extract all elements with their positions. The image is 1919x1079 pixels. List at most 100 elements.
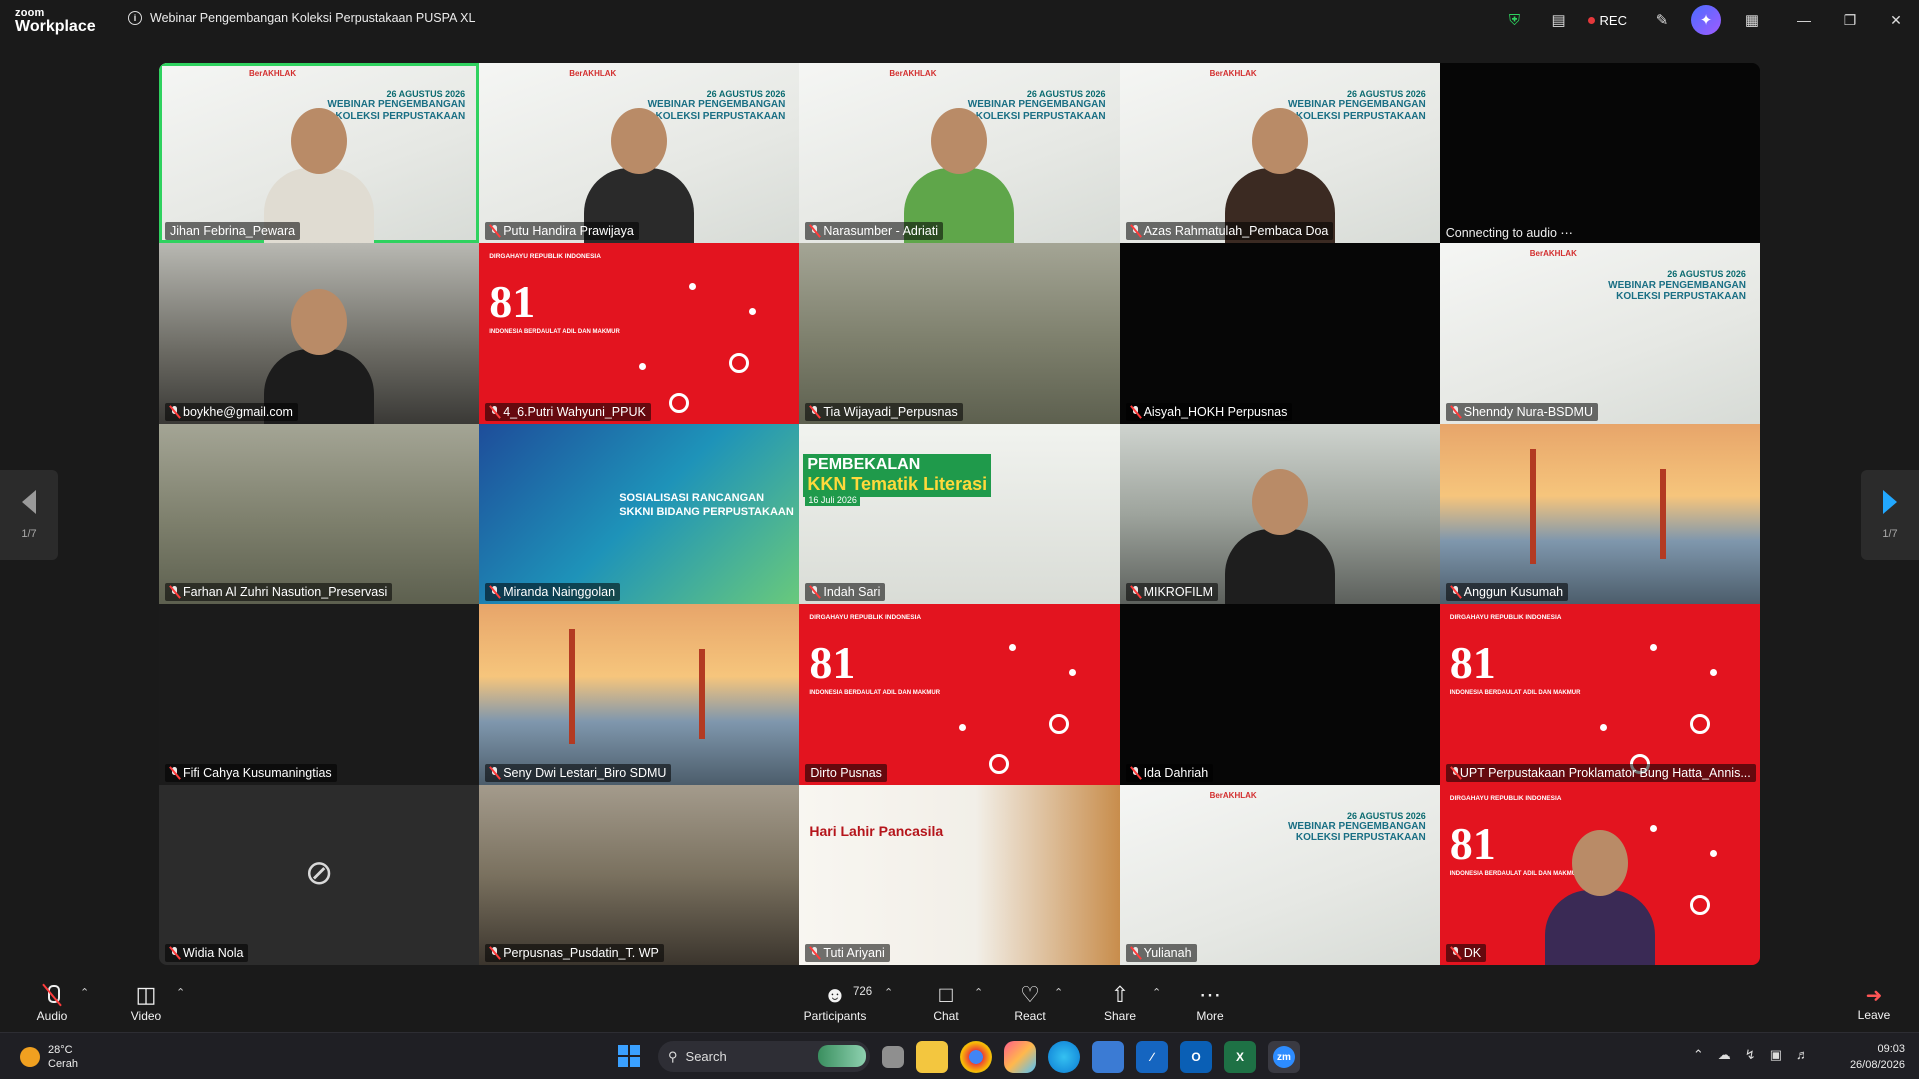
annotate-icon[interactable]: ✎	[1647, 5, 1677, 35]
share-options-caret[interactable]: ⌃	[1152, 986, 1161, 999]
participant-tile[interactable]: DIRGAHAYU REPUBLIK INDONESIA 81 INDONESIA …	[799, 604, 1120, 785]
ornament-icon	[669, 393, 690, 414]
previous-page-button[interactable]: 1/7	[0, 470, 58, 560]
participant-tile[interactable]: BerAKHLAK 26 AGUSTUS 2026 WEBINAR PENGEMBA…	[799, 63, 1120, 244]
react-button[interactable]: ♡ React	[1008, 972, 1052, 1032]
participant-name: Dirto Pusnas	[810, 765, 882, 780]
more-icon: ⋯	[1199, 982, 1221, 1007]
minimize-button[interactable]: —	[1781, 12, 1827, 28]
restore-button[interactable]: ❐	[1827, 12, 1873, 29]
participant-tile[interactable]: MIKROFILM	[1119, 423, 1440, 605]
notes-icon[interactable]: ▤	[1544, 5, 1574, 35]
participant-tile[interactable]: Seny Dwi Lestari_Biro SDMU	[479, 604, 800, 785]
leave-button[interactable]: ➜ Leave	[1852, 972, 1896, 1032]
participant-tile[interactable]: Hari Lahir Pancasila Tuti Ariyani	[799, 784, 1120, 965]
participant-tile[interactable]: Fifi Cahya Kusumaningtias	[159, 604, 480, 785]
participant-tile[interactable]: BerAKHLAK 26 AGUSTUS 2026 WEBINAR PENGEMBA…	[1119, 63, 1440, 244]
participant-tile[interactable]: Anggun Kusumah	[1439, 423, 1760, 605]
taskbar-search[interactable]: ⚲ Search	[658, 1041, 870, 1072]
network-icon[interactable]: ▣	[1770, 1047, 1782, 1063]
windows-taskbar: 28°C Cerah ⚲ Search ∕ O X zm ⌃ ☁ ↯ ▣ ♬ 0…	[0, 1032, 1919, 1079]
hut-81-logo: 81	[489, 276, 536, 328]
participant-tile[interactable]: ⊘ Widia Nola	[159, 784, 480, 965]
video-button[interactable]: ◫ Video	[124, 972, 168, 1032]
more-button[interactable]: ⋯ More	[1188, 972, 1232, 1032]
audio-options-caret[interactable]: ⌃	[80, 986, 89, 999]
participant-tile[interactable]: SOSIALISASI RANCANGAN SKKNI BIDANG PERPUS…	[479, 423, 800, 605]
participant-tile[interactable]: DIRGAHAYU REPUBLIK INDONESIA 81 INDONESIA …	[1439, 604, 1760, 785]
shield-icon[interactable]: ⛨	[1500, 5, 1530, 35]
microphone-muted-icon	[490, 766, 499, 779]
participant-tile[interactable]: DIRGAHAYU REPUBLIK INDONESIA 81 INDONESIA …	[479, 243, 800, 424]
chat-button[interactable]: □ Chat	[924, 972, 968, 1032]
volume-icon[interactable]: ♬	[1796, 1047, 1809, 1063]
participant-tile[interactable]: DIRGAHAYU REPUBLIK INDONESIA 81 INDONESIA …	[1439, 784, 1760, 965]
close-button[interactable]: ✕	[1873, 12, 1919, 29]
hut-81-logo: 81	[1449, 817, 1496, 869]
participant-tile[interactable]: BerAKHLAK 26 AGUSTUS 2026 WEBINAR PENGEMBA…	[1119, 784, 1440, 965]
participant-name: Azas Rahmatulah_Pembaca Doa	[1143, 224, 1329, 239]
participant-tile[interactable]: BerAKHLAK 26 AGUSTUS 2026 WEBINAR PENGEMBA…	[159, 63, 480, 244]
participant-tile[interactable]: BerAKHLAK 26 AGUSTUS 2026 WEBINAR PENGEMBA…	[479, 63, 800, 244]
hut-81-logo: 81	[809, 637, 856, 689]
meeting-info[interactable]: i Webinar Pengembangan Koleksi Perpustak…	[128, 11, 475, 25]
weather-condition: Cerah	[48, 1058, 78, 1071]
participants-icon: ☻	[823, 982, 847, 1007]
participant-tile[interactable]: Connecting to audio ⋯	[1439, 63, 1760, 244]
file-explorer-icon[interactable]	[916, 1041, 948, 1073]
copilot-icon[interactable]	[1004, 1041, 1036, 1073]
participants-button[interactable]: ☻ Participants	[800, 972, 870, 1032]
participant-name: Aisyah_HOKH Perpusnas	[1143, 404, 1288, 419]
next-page-button[interactable]: 1/7	[1861, 470, 1919, 560]
title-bar: zoom Workplace i Webinar Pengembangan Ko…	[0, 0, 1919, 40]
video-options-caret[interactable]: ⌃	[176, 986, 185, 999]
participant-name-label: boykhe@gmail.com	[165, 402, 298, 421]
chevron-up-icon[interactable]: ⌃	[1693, 1047, 1704, 1063]
participant-name-label: Tuti Ariyani	[805, 943, 890, 962]
apps-grid-icon[interactable]: ▦	[1737, 5, 1767, 35]
search-highlight-image	[818, 1045, 866, 1067]
participant-name: Indah Sari	[823, 585, 881, 600]
start-button[interactable]	[618, 1045, 640, 1067]
participant-tile[interactable]: Aisyah_HOKH Perpusnas	[1119, 243, 1440, 424]
react-options-caret[interactable]: ⌃	[1054, 986, 1063, 999]
outlook-icon[interactable]: O	[1180, 1041, 1212, 1073]
zoom-app-icon[interactable]: zm	[1268, 1041, 1300, 1073]
audio-button[interactable]: Audio	[30, 972, 74, 1032]
onedrive-icon[interactable]: ☁	[1718, 1047, 1731, 1063]
rec-label: REC	[1599, 12, 1627, 28]
ai-companion-icon[interactable]: ✦	[1691, 5, 1721, 35]
participant-tile[interactable]: BerAKHLAK 26 AGUSTUS 2026 WEBINAR PENGEMBA…	[1439, 243, 1760, 424]
share-button[interactable]: ⇧ Share	[1098, 972, 1142, 1032]
participant-name: MIKROFILM	[1143, 585, 1214, 600]
participant-tile[interactable]: Farhan Al Zuhri Nasution_Preservasi	[159, 423, 480, 605]
ornament-dot	[1599, 724, 1607, 732]
participants-options-caret[interactable]: ⌃	[884, 986, 893, 999]
participant-name: 4_6.Putri Wahyuni_PPUK	[503, 404, 646, 419]
ornament-dot	[1069, 669, 1077, 677]
participant-tile[interactable]: Tia Wijayadi_Perpusnas	[799, 243, 1120, 424]
participant-tile[interactable]: boykhe@gmail.com	[159, 243, 480, 424]
participant-tile[interactable]: PEMBEKALAN KKN Tematik Literasi 16 Juli 20…	[799, 423, 1120, 605]
clock[interactable]: 09:03 26/08/2026	[1850, 1042, 1905, 1074]
banner-title-2: KOLEKSI PERPUSTAKAAN	[1295, 832, 1426, 844]
participant-tile[interactable]: Perpusnas_Pusdatin_T. WP	[479, 784, 800, 965]
chat-options-caret[interactable]: ⌃	[974, 986, 983, 999]
edge-icon[interactable]	[1048, 1041, 1080, 1073]
ornament-icon	[989, 754, 1010, 775]
participant-tile[interactable]: Ida Dahriah	[1119, 604, 1440, 785]
clock-time: 09:03	[1877, 1043, 1905, 1055]
excel-icon[interactable]: X	[1224, 1041, 1256, 1073]
task-view-icon[interactable]	[882, 1046, 904, 1068]
participant-name-label: Miranda Nainggolan	[485, 583, 621, 602]
dirgahayu-text: DIRGAHAYU REPUBLIK INDONESIA	[1449, 794, 1562, 802]
chrome-icon[interactable]	[960, 1041, 992, 1073]
banner-tag: BerAKHLAK	[1209, 69, 1257, 78]
store-icon[interactable]	[1092, 1041, 1124, 1073]
banner-logos: BerAKHLAK	[1530, 249, 1750, 263]
bluetooth-icon[interactable]: ↯	[1745, 1047, 1756, 1063]
info-icon[interactable]: i	[128, 11, 142, 25]
pen-app-icon[interactable]: ∕	[1136, 1041, 1168, 1073]
recording-indicator[interactable]: REC	[1587, 12, 1627, 28]
weather-widget[interactable]: 28°C Cerah	[20, 1043, 78, 1072]
